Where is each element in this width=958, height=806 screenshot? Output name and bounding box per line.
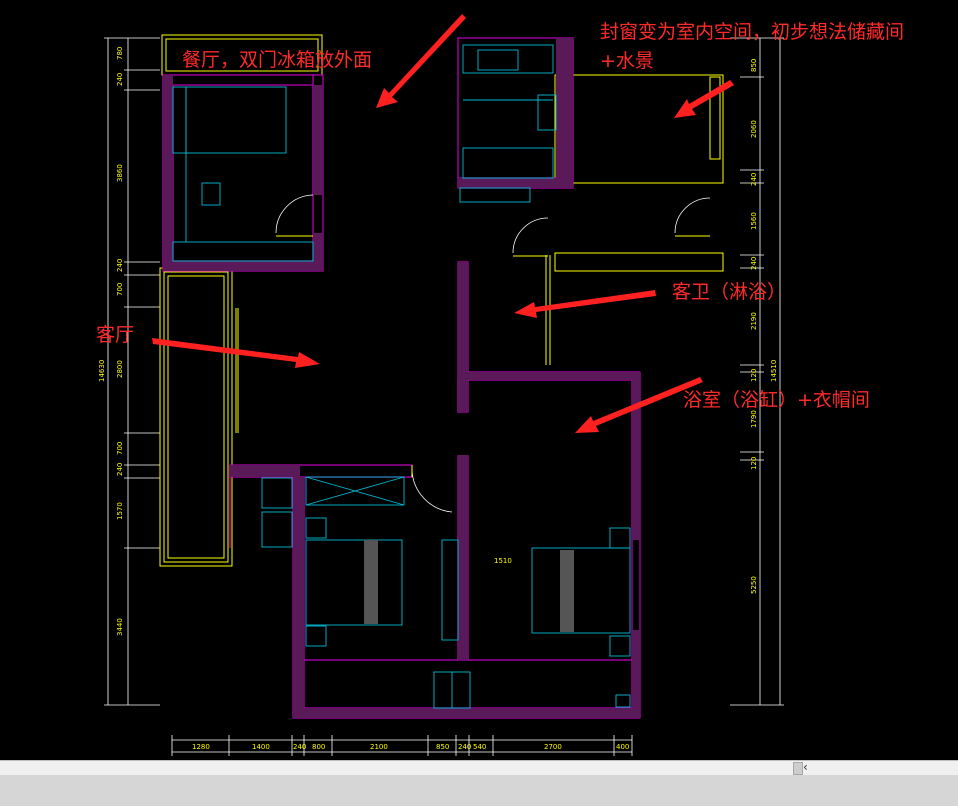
dim-right-0: 850 xyxy=(750,59,758,72)
dim-left-0: 780 xyxy=(116,47,124,60)
dim-right-2: 240 xyxy=(750,173,758,186)
dim-right-9: 5250 xyxy=(750,576,758,594)
dim-left-6: 700 xyxy=(116,442,124,455)
dim-bottom-0: 1280 xyxy=(192,743,210,751)
dim-left-9: 3440 xyxy=(116,618,124,636)
dim-left-total: 14630 xyxy=(98,360,106,382)
dim-right-3: 1560 xyxy=(750,212,758,230)
dim-left-8: 1570 xyxy=(116,502,124,520)
dim-bottom-3: 800 xyxy=(312,743,325,751)
annotation-enclosed: 封窗变为室内空间，初步想法储藏间 xyxy=(600,21,905,43)
annotation-master-bath: 浴室（浴缸）+衣帽间 xyxy=(683,389,870,411)
dim-bottom-2: 240 xyxy=(293,743,306,751)
dim-bottom-9: 400 xyxy=(616,743,629,751)
dim-bottom-7: 540 xyxy=(473,743,486,751)
dim-left-4: 700 xyxy=(116,283,124,296)
annotation-dining: 餐厅，双门冰箱放外面 xyxy=(182,49,373,71)
status-bar xyxy=(0,775,958,806)
dim-bottom-1: 1400 xyxy=(252,743,270,751)
dim-right-1: 2060 xyxy=(750,120,758,138)
arrow-dining xyxy=(376,14,466,108)
interior-dimension: 1510 xyxy=(494,557,512,565)
bed-headboards xyxy=(364,540,574,632)
dim-left-5: 2800 xyxy=(116,360,124,378)
dim-left-3: 240 xyxy=(116,259,124,272)
dim-left-1: 240 xyxy=(116,73,124,86)
door-frames xyxy=(276,235,710,477)
right-dimension-labels: 850 2060 240 1560 240 2190 120 1790 120 … xyxy=(750,59,778,594)
annotation-living: 客厅 xyxy=(96,324,135,346)
dim-right-5: 2190 xyxy=(750,312,758,330)
dim-right-6: 120 xyxy=(750,369,758,382)
dim-right-8: 120 xyxy=(750,457,758,470)
dim-bottom-4: 2100 xyxy=(370,743,388,751)
dim-bottom-8: 2700 xyxy=(544,743,562,751)
horizontal-scrollbar[interactable]: ‹ xyxy=(0,760,958,776)
bottom-dimension-lines xyxy=(171,735,633,756)
scrollbar-track[interactable] xyxy=(0,763,790,773)
dim-bottom-6: 240 xyxy=(458,743,471,751)
arrow-guest-bath xyxy=(514,290,656,318)
bottom-dimension-labels: 1280 1400 240 800 2100 850 240 540 2700 … xyxy=(192,743,629,751)
dim-right-4: 240 xyxy=(750,257,758,270)
floor-plan: 780 240 3860 240 700 2800 700 240 1570 3… xyxy=(98,14,784,756)
dim-right-7: 1790 xyxy=(750,410,758,428)
left-dimension-lines xyxy=(104,37,160,706)
dim-left-2: 3860 xyxy=(116,164,124,182)
scrollbar-thumb[interactable] xyxy=(793,762,803,775)
annotation-arrows xyxy=(152,14,734,433)
dim-right-total: 14510 xyxy=(770,360,778,382)
annotation-guest-bath: 客卫（淋浴） xyxy=(672,281,787,303)
dim-left-7: 240 xyxy=(116,463,124,476)
dim-bottom-5: 850 xyxy=(436,743,449,751)
arrow-enclosed xyxy=(674,80,734,118)
scroll-left-arrow-icon[interactable]: ‹ xyxy=(803,760,808,774)
cad-drawing-canvas[interactable]: 780 240 3860 240 700 2800 700 240 1570 3… xyxy=(0,0,958,760)
annotation-enclosed-line2: +水景 xyxy=(600,50,654,72)
